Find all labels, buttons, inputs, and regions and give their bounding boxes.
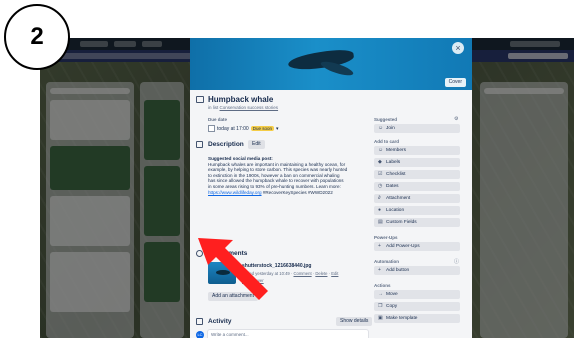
step-number-badge: 2	[4, 4, 70, 70]
red-arrow-icon	[198, 238, 268, 300]
annotation-arrow	[198, 238, 268, 300]
